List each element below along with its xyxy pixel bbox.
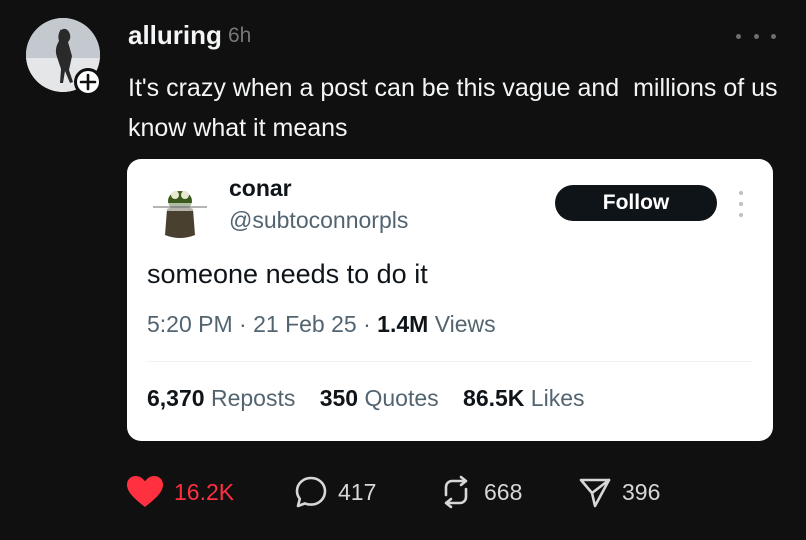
post-timestamp: 6h — [228, 24, 252, 47]
reply-count: 417 — [338, 478, 377, 505]
quoted-tweet-text: someone needs to do it — [147, 259, 428, 289]
likes-stat[interactable]: 86.5K Likes — [463, 385, 584, 411]
send-icon — [579, 478, 611, 508]
repost-button[interactable]: 668 — [438, 472, 522, 512]
tweet-time: 5:20 PM — [147, 311, 233, 337]
quoted-author-handle[interactable]: @subtoconnorpls — [229, 207, 408, 234]
tweet-date: 21 Feb 25 — [253, 311, 357, 337]
quoted-tweet-meta: 5:20 PM · 21 Feb 25 · 1.4M Views — [147, 311, 496, 337]
reposts-stat[interactable]: 6,370 Reposts — [147, 385, 295, 411]
plus-icon — [79, 73, 97, 91]
heart-icon — [127, 476, 163, 507]
quotes-stat[interactable]: 350 Quotes — [320, 385, 439, 411]
follow-plus-button[interactable] — [74, 68, 102, 96]
quoted-tweet-stats: 6,370 Reposts 350 Quotes 86.5K Likes — [147, 385, 603, 412]
views-label: Views — [434, 311, 496, 337]
like-button[interactable]: 16.2K — [126, 472, 234, 512]
post-author-name[interactable]: alluring — [128, 20, 222, 51]
repost-count: 668 — [484, 478, 523, 505]
quoted-tweet-card[interactable]: conar @subtoconnorpls Follow someone nee… — [127, 159, 773, 441]
repost-icon — [444, 475, 468, 509]
share-button[interactable]: 396 — [578, 472, 660, 512]
ellipsis-icon — [736, 33, 741, 39]
card-divider — [147, 361, 753, 362]
quoted-author-name[interactable]: conar — [229, 175, 292, 202]
views-count: 1.4M — [377, 311, 429, 337]
reply-button[interactable]: 417 — [294, 472, 376, 512]
post-actions-bar: 16.2K 417 668 396 — [126, 472, 686, 512]
comment-bubble-icon — [295, 476, 327, 508]
post-text: It's crazy when a post can be this vague… — [128, 74, 785, 142]
follow-button[interactable]: Follow — [555, 185, 717, 221]
share-count: 396 — [622, 478, 661, 505]
card-more-button[interactable] — [734, 191, 748, 217]
quoted-author-avatar[interactable] — [147, 179, 213, 245]
vertical-ellipsis-icon — [739, 191, 743, 195]
more-options-button[interactable] — [736, 28, 776, 44]
like-count: 16.2K — [174, 478, 235, 505]
